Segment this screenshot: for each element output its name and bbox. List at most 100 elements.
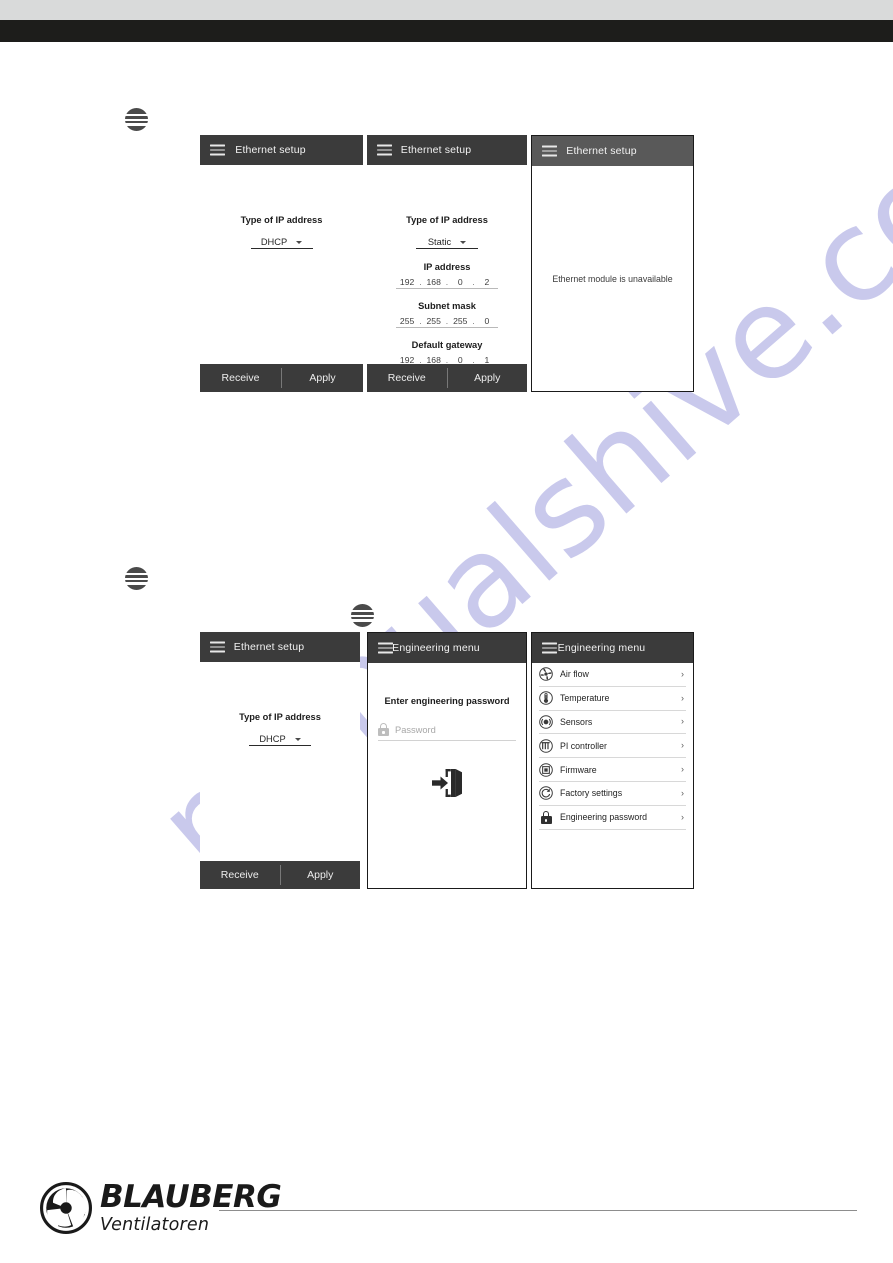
receive-button[interactable]: Receive bbox=[200, 364, 281, 392]
brand-logo: BLAUBERG Ventilatoren bbox=[40, 1178, 282, 1240]
menu-item-air-flow[interactable]: Air flow › bbox=[539, 663, 686, 687]
subnet-mask-input[interactable]: 255. 255. 255. 0 bbox=[396, 316, 498, 328]
screen-body: Type of IP address Static IP address 192… bbox=[367, 165, 527, 364]
door-enter-icon bbox=[432, 769, 462, 797]
hamburger-icon[interactable] bbox=[542, 145, 557, 157]
menu-item-label: Firmware bbox=[560, 764, 597, 775]
octet-4: 2 bbox=[484, 277, 490, 287]
lock-icon bbox=[378, 723, 389, 736]
menu-item-temperature[interactable]: Temperature › bbox=[539, 687, 686, 711]
ip-address-input[interactable]: 192. 168. 0. 2 bbox=[396, 277, 498, 289]
pi-controller-icon bbox=[539, 738, 553, 753]
reset-icon bbox=[539, 786, 553, 801]
step-marker-3-icon bbox=[351, 604, 374, 627]
menu-item-firmware[interactable]: Firmware › bbox=[539, 758, 686, 782]
screen-header: Ethernet setup bbox=[200, 632, 360, 662]
password-placeholder: Password bbox=[395, 724, 436, 735]
octet-2: 168 bbox=[426, 355, 441, 364]
screen-footer: Receive Apply bbox=[367, 364, 527, 392]
octet-3: 255 bbox=[453, 316, 468, 326]
chevron-right-icon: › bbox=[681, 811, 684, 822]
ip-type-label: Type of IP address bbox=[240, 215, 323, 225]
hamburger-icon[interactable] bbox=[377, 144, 392, 156]
screen-engineering-menu: Engineering menu Air flow › Temperature … bbox=[531, 632, 694, 889]
ip-type-label: Type of IP address bbox=[406, 215, 488, 225]
menu-item-engineering-password[interactable]: Engineering password › bbox=[539, 806, 686, 830]
screen-engineering-password: Engineering menu Enter engineering passw… bbox=[367, 632, 527, 889]
octet-1: 192 bbox=[399, 277, 415, 287]
screen-footer: Receive Apply bbox=[200, 861, 360, 889]
screen-ethernet-setup-unavailable: Ethernet setup Ethernet module is unavai… bbox=[531, 135, 694, 392]
octet-4: 1 bbox=[484, 355, 490, 364]
chevron-down-icon bbox=[460, 240, 467, 244]
ip-type-label: Type of IP address bbox=[239, 712, 321, 722]
octet-3: 0 bbox=[457, 355, 463, 364]
brand-subtitle: Ventilatoren bbox=[100, 1215, 210, 1235]
page-top-band-light bbox=[0, 0, 893, 20]
screen-header: Ethernet setup bbox=[532, 136, 693, 166]
password-input[interactable]: Password bbox=[378, 723, 516, 741]
ip-type-value: Static bbox=[427, 237, 452, 247]
apply-button[interactable]: Apply bbox=[282, 364, 363, 392]
screen-body: Ethernet module is unavailable bbox=[532, 166, 693, 391]
screen-body: Air flow › Temperature › Sensors › PI co… bbox=[532, 663, 693, 888]
screen-footer: Receive Apply bbox=[200, 364, 363, 392]
octet-2: 255 bbox=[426, 316, 441, 326]
menu-item-label: Factory settings bbox=[560, 788, 623, 799]
brand-wordmark: BLAUBERG Ventilatoren bbox=[100, 1179, 282, 1235]
ip-type-select[interactable]: DHCP bbox=[250, 237, 313, 249]
step-marker-1-icon bbox=[125, 108, 148, 131]
hamburger-icon[interactable] bbox=[210, 144, 225, 156]
brand-name: BLAUBERG bbox=[100, 1179, 282, 1215]
menu-item-sensors[interactable]: Sensors › bbox=[539, 711, 686, 735]
thermometer-icon bbox=[539, 691, 553, 705]
chevron-right-icon: › bbox=[681, 787, 684, 798]
lock-icon bbox=[539, 810, 553, 824]
hamburger-icon[interactable] bbox=[210, 641, 225, 653]
screen-ethernet-setup-dhcp-2: Ethernet setup Type of IP address DHCP R… bbox=[200, 632, 360, 889]
apply-button[interactable]: Apply bbox=[281, 861, 361, 889]
enter-button[interactable] bbox=[368, 768, 526, 798]
chip-icon bbox=[539, 762, 553, 777]
screen-body: Type of IP address DHCP bbox=[200, 662, 360, 861]
chevron-right-icon: › bbox=[681, 668, 684, 679]
default-gateway-input[interactable]: 192. 168. 0. 1 bbox=[396, 355, 498, 364]
menu-list: Air flow › Temperature › Sensors › PI co… bbox=[532, 663, 693, 830]
screen-header: Ethernet setup bbox=[200, 135, 363, 165]
receive-button[interactable]: Receive bbox=[367, 364, 447, 392]
octet-4: 0 bbox=[484, 316, 490, 326]
ip-type-select[interactable]: Static bbox=[416, 237, 478, 249]
chevron-right-icon: › bbox=[681, 740, 684, 751]
screen-ethernet-setup-dhcp: Ethernet setup Type of IP address DHCP R… bbox=[200, 135, 363, 392]
ip-address-label: IP address bbox=[423, 262, 471, 272]
step-marker-2-icon bbox=[125, 567, 148, 590]
hamburger-icon[interactable] bbox=[378, 642, 393, 654]
password-prompt: Enter engineering password bbox=[384, 696, 510, 706]
subnet-mask-label: Subnet mask bbox=[418, 301, 476, 311]
ip-type-value: DHCP bbox=[259, 734, 286, 744]
menu-item-label: Temperature bbox=[560, 693, 610, 704]
octet-2: 168 bbox=[426, 277, 441, 287]
ip-type-value: DHCP bbox=[260, 237, 288, 247]
status-message: Ethernet module is unavailable bbox=[552, 273, 673, 284]
screen-body: Type of IP address DHCP bbox=[200, 165, 363, 364]
default-gateway-label: Default gateway bbox=[411, 340, 483, 350]
screen-header: Engineering menu bbox=[368, 633, 526, 663]
menu-item-label: Air flow bbox=[560, 669, 589, 680]
screen-ethernet-setup-static: Ethernet setup Type of IP address Static… bbox=[367, 135, 527, 392]
apply-button[interactable]: Apply bbox=[448, 364, 528, 392]
menu-item-factory-settings[interactable]: Factory settings › bbox=[539, 782, 686, 806]
sensor-icon bbox=[539, 715, 553, 729]
chevron-right-icon: › bbox=[681, 692, 684, 703]
menu-item-pi-controller[interactable]: PI controller › bbox=[539, 734, 686, 759]
chevron-down-icon bbox=[294, 737, 301, 741]
octet-3: 0 bbox=[457, 277, 463, 287]
screen-header: Engineering menu bbox=[532, 633, 693, 663]
fan-icon bbox=[539, 667, 553, 682]
blauberg-fan-logo-icon bbox=[40, 1182, 92, 1234]
octet-1: 192 bbox=[399, 355, 415, 364]
ip-type-select[interactable]: DHCP bbox=[249, 734, 311, 746]
hamburger-icon[interactable] bbox=[542, 642, 557, 654]
chevron-down-icon bbox=[296, 240, 303, 244]
receive-button[interactable]: Receive bbox=[200, 861, 280, 889]
